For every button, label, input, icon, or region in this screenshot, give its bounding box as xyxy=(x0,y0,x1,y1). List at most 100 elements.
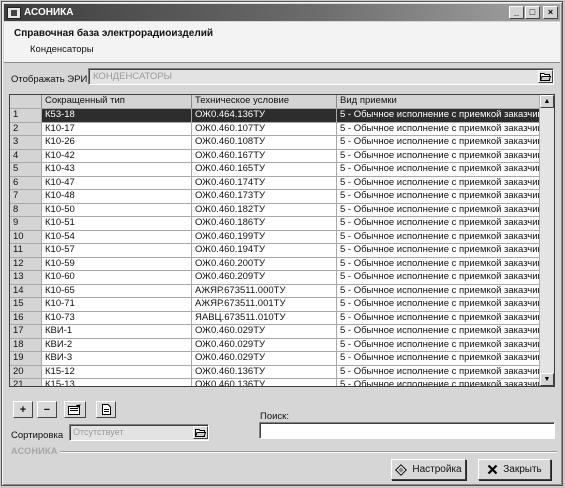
row-index: 8 xyxy=(10,203,42,216)
edit-button[interactable] xyxy=(64,401,86,418)
row-spec: ОЖ0.460.136ТУ xyxy=(192,379,337,386)
search-input[interactable] xyxy=(259,422,555,439)
row-type: К10-47 xyxy=(42,176,192,189)
x-icon xyxy=(487,464,498,475)
row-spec: ОЖ0.460.200ТУ xyxy=(192,257,337,270)
row-index: 10 xyxy=(10,230,42,243)
table-row[interactable]: 10 К10-54 ОЖ0.460.199ТУ 5 - Обычное исполне… xyxy=(10,230,540,244)
table-row[interactable]: 19 КВИ-3 ОЖ0.460.029ТУ 5 - Обычное исполнен… xyxy=(10,352,540,366)
row-type: КВИ-1 xyxy=(42,325,192,338)
row-type: К10-42 xyxy=(42,149,192,162)
vertical-scrollbar[interactable]: ▲ ▼ xyxy=(539,95,554,386)
row-type: К53-18 xyxy=(42,109,192,122)
table-row[interactable]: 6 К10-47 ОЖ0.460.174ТУ 5 - Обычное исполнен… xyxy=(10,176,540,190)
scroll-down-arrow-icon[interactable]: ▼ xyxy=(540,373,554,386)
table-row[interactable]: 20 К15-12 ОЖ0.460.136ТУ 5 - Обычное исполне… xyxy=(10,365,540,379)
table-row[interactable]: 12 К10-59 ОЖ0.460.200ТУ 5 - Обычное исполне… xyxy=(10,257,540,271)
minimize-button[interactable]: _ xyxy=(509,6,524,19)
table-row[interactable]: 15 К10-71 АЖЯР.673511.001ТУ 5 - Обычное исп… xyxy=(10,298,540,312)
row-acceptance: 5 - Обычное исполнение с приемкой заказч… xyxy=(340,203,540,215)
row-spec: ОЖ0.460.167ТУ xyxy=(192,149,337,162)
document-icon xyxy=(101,404,111,415)
table-row[interactable]: 7 К10-48 ОЖ0.460.173ТУ 5 - Обычное исполнен… xyxy=(10,190,540,204)
column-header-type[interactable]: Сокращенный тип xyxy=(42,95,192,108)
row-type: К10-65 xyxy=(42,284,192,297)
sort-browse-button[interactable] xyxy=(193,426,208,439)
table-row[interactable]: 3 К10-26 ОЖ0.460.108ТУ 5 - Обычное исполнен… xyxy=(10,136,540,150)
settings-button-label: Настройка xyxy=(412,464,462,475)
row-type: К10-54 xyxy=(42,230,192,243)
settings-button[interactable]: Настройка xyxy=(391,459,466,480)
row-index: 21 xyxy=(10,379,42,386)
row-acceptance: 5 - Обычное исполнение с приемкой заказч… xyxy=(340,352,540,363)
diamond-icon xyxy=(395,463,408,476)
folder-open-icon xyxy=(195,429,206,437)
close-button[interactable]: Закрыть xyxy=(478,459,551,480)
remove-button[interactable]: − xyxy=(37,401,57,418)
row-spec: ОЖ0.460.186ТУ xyxy=(192,217,337,230)
header-subtitle: Конденсаторы xyxy=(30,44,94,55)
column-header-acceptance[interactable]: Вид приемки xyxy=(337,95,540,108)
view-button[interactable] xyxy=(96,401,116,418)
add-button[interactable]: + xyxy=(13,401,33,418)
row-type: К10-59 xyxy=(42,257,192,270)
table-row[interactable]: 16 К10-73 ЯАВЦ.673511.010ТУ 5 - Обычное исп… xyxy=(10,311,540,325)
table-row[interactable]: 14 К10-65 АЖЯР.673511.000ТУ 5 - Обычное исп… xyxy=(10,284,540,298)
row-acceptance: 5 - Обычное исполнение с приемкой заказч… xyxy=(340,257,540,269)
row-spec: ОЖ0.460.174ТУ xyxy=(192,176,337,189)
row-type: К15-12 xyxy=(42,365,192,378)
table-row[interactable]: 1 К53-18 ОЖ0.464.136ТУ 5 - Обычное исполнен… xyxy=(10,109,540,123)
row-acceptance: 5 - Обычное исполнение с приемкой заказч… xyxy=(340,271,540,282)
row-acceptance: 5 - Обычное исполнение с приемкой заказч… xyxy=(340,136,540,147)
table-row[interactable]: 13 К10-60 ОЖ0.460.209ТУ 5 - Обычное исполне… xyxy=(10,271,540,285)
row-acceptance: 5 - Обычное исполнение с приемкой заказч… xyxy=(340,338,540,350)
table-row[interactable]: 11 К10-57 ОЖ0.460.194ТУ 5 - Обычное исполне… xyxy=(10,244,540,258)
maximize-button[interactable]: □ xyxy=(525,6,540,19)
row-acceptance: 5 - Обычное исполнение с приемкой заказч… xyxy=(340,163,540,174)
row-index: 12 xyxy=(10,257,42,270)
close-button-label: Закрыть xyxy=(503,464,542,475)
column-header-spec[interactable]: Техническое условие xyxy=(192,95,337,108)
row-acceptance: 5 - Обычное исполнение с приемкой заказч… xyxy=(340,217,540,228)
table-row[interactable]: 5 К10-43 ОЖ0.460.165ТУ 5 - Обычное исполнен… xyxy=(10,163,540,177)
zri-browse-button[interactable] xyxy=(538,70,553,83)
row-acceptance: 5 - Обычное исполнение с приемкой заказч… xyxy=(340,244,540,255)
table-row[interactable]: 18 КВИ-2 ОЖ0.460.029ТУ 5 - Обычное исполнен… xyxy=(10,338,540,352)
row-type: К10-50 xyxy=(42,203,192,216)
table-row[interactable]: 4 К10-42 ОЖ0.460.167ТУ 5 - Обычное исполнен… xyxy=(10,149,540,163)
row-type: КВИ-2 xyxy=(42,338,192,351)
folder-open-icon xyxy=(540,73,551,81)
row-index: 16 xyxy=(10,311,42,324)
row-type: К10-51 xyxy=(42,217,192,230)
window-title: АСОНИКА xyxy=(24,7,74,18)
table-row[interactable]: 9 К10-51 ОЖ0.460.186ТУ 5 - Обычное исполнен… xyxy=(10,217,540,231)
close-window-button[interactable]: × xyxy=(543,6,558,19)
table-row[interactable]: 2 К10-17 ОЖ0.460.107ТУ 5 - Обычное исполнен… xyxy=(10,122,540,136)
row-index: 5 xyxy=(10,163,42,176)
zri-field[interactable]: КОНДЕНСАТОРЫ xyxy=(88,68,554,85)
sort-label: Сортировка xyxy=(11,430,64,441)
row-spec: ОЖ0.460.165ТУ xyxy=(192,163,337,176)
row-spec: ОЖ0.460.209ТУ xyxy=(192,271,337,284)
row-spec: ОЖ0.460.029ТУ xyxy=(192,352,337,365)
row-spec: ОЖ0.460.173ТУ xyxy=(192,190,337,203)
scroll-up-arrow-icon[interactable]: ▲ xyxy=(540,95,554,108)
table-header-row: Сокращенный тип Техническое условие Вид … xyxy=(10,95,540,109)
erи-table[interactable]: Сокращенный тип Техническое условие Вид … xyxy=(9,94,555,387)
column-header-index[interactable] xyxy=(10,95,42,108)
row-index: 18 xyxy=(10,338,42,351)
plus-icon: + xyxy=(19,403,27,416)
row-index: 4 xyxy=(10,149,42,162)
table-body: Сокращенный тип Техническое условие Вид … xyxy=(10,95,540,386)
title-bar[interactable]: АСОНИКА _ □ × xyxy=(4,4,560,21)
table-row[interactable]: 17 КВИ-1 ОЖ0.460.029ТУ 5 - Обычное исполнен… xyxy=(10,325,540,339)
row-type: КВИ-3 xyxy=(42,352,192,365)
row-spec: ОЖ0.460.108ТУ xyxy=(192,136,337,149)
sort-field[interactable]: Отсутствует xyxy=(69,424,209,441)
table-row[interactable]: 8 К10-50 ОЖ0.460.182ТУ 5 - Обычное исполнен… xyxy=(10,203,540,217)
table-row[interactable]: 21 К15-13 ОЖ0.460.136ТУ 5 - Обычное исполне… xyxy=(10,379,540,386)
zri-label: Отображать ЭРИ xyxy=(11,74,88,85)
row-spec: ОЖ0.460.182ТУ xyxy=(192,203,337,216)
row-type: К10-73 xyxy=(42,311,192,324)
status-divider xyxy=(60,451,557,453)
